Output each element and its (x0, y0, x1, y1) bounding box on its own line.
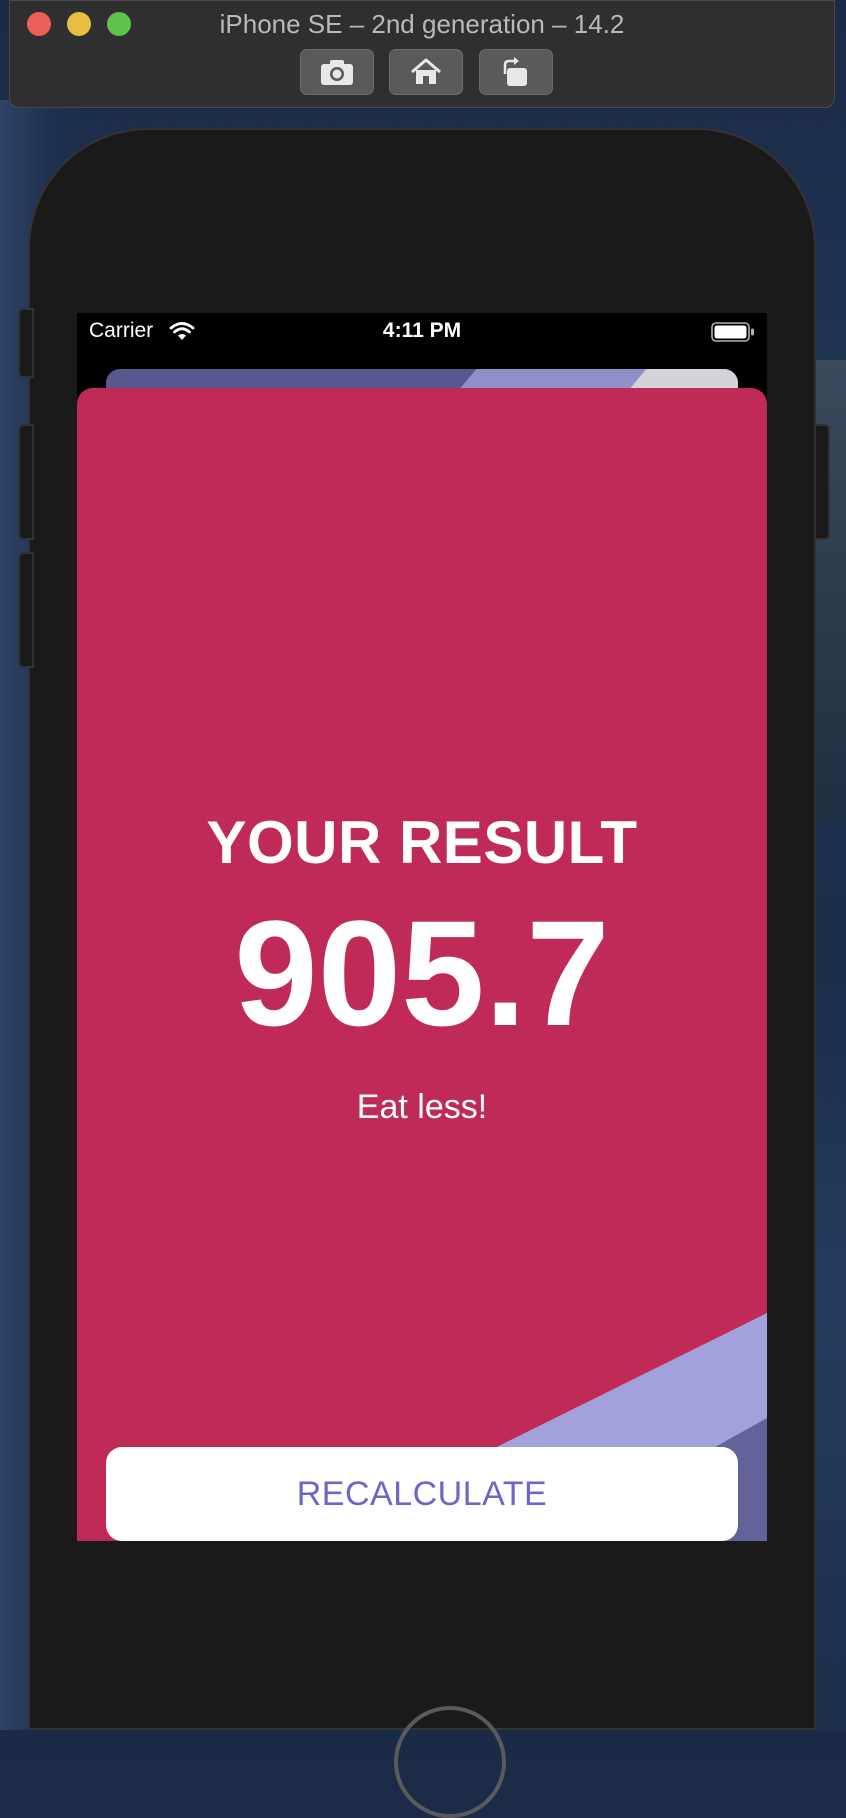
volume-up-button[interactable] (18, 424, 34, 540)
rotate-icon (503, 57, 527, 86)
screenshot-icon (321, 60, 353, 85)
home-button[interactable] (389, 49, 463, 95)
simulator-title-bar: iPhone SE – 2nd generation – 14.2 (9, 0, 835, 108)
phone-screen: Carrier 4:11 PM YOUR RESULT 905.7 Eat le… (77, 313, 767, 1541)
status-time: 4:11 PM (382, 319, 462, 342)
battery-icon (711, 322, 754, 342)
recalculate-button[interactable]: RECALCULATE (106, 1447, 738, 1541)
status-bar: Carrier 4:11 PM (77, 313, 767, 353)
simulator-title: iPhone SE – 2nd generation – 14.2 (219, 9, 625, 39)
home-icon (411, 58, 441, 84)
volume-down-button[interactable] (18, 552, 34, 668)
home-hardware-button[interactable] (394, 1706, 506, 1818)
screenshot-button[interactable] (300, 49, 374, 95)
result-sheet: YOUR RESULT 905.7 Eat less! (77, 388, 767, 1541)
power-button[interactable] (814, 424, 830, 540)
result-value: 905.7 (234, 889, 610, 1057)
result-advice: Eat less! (356, 1088, 488, 1126)
rotate-button[interactable] (479, 49, 553, 95)
mute-switch[interactable] (18, 308, 34, 378)
result-title: YOUR RESULT (206, 809, 638, 876)
